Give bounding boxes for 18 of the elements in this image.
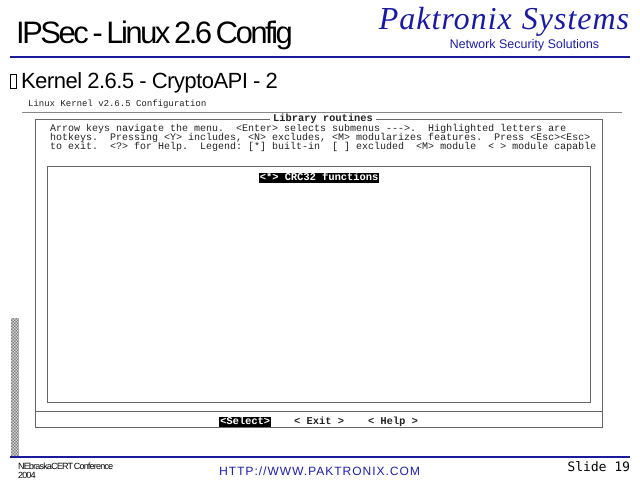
website-url: HTTP://WWW.PAKTRONIX.COM: [219, 463, 421, 477]
dialog-title: Library routines: [270, 115, 376, 124]
menu-item[interactable]: <*> CRC32 functions: [258, 173, 380, 183]
logo-tagline: Network Security Solutions: [450, 38, 600, 50]
menu-button[interactable]: < Help >: [366, 417, 419, 427]
menu-button[interactable]: <Select>: [219, 417, 272, 427]
conference-name: NEbraskaCERT Conference: [18, 461, 114, 471]
terminal-header: Linux Kernel v2.6.5 Configuration: [27, 98, 208, 111]
slide-title: IPSec - Linux 2.6 Config: [15, 14, 290, 48]
slide-number: Slide 19: [566, 459, 630, 474]
bullet-icon: [10, 74, 17, 88]
bullet-text: Kernel 2.6.5 - CryptoAPI - 2: [21, 70, 278, 92]
logo-wordmark: Paktronix Systems: [378, 2, 630, 34]
help-text: hotkeys. Pressing <Y> includes, <N> excludes, <M> modularizes features. Press <Esc><Esc>: [50, 134, 590, 143]
help-text: Arrow keys navigate the menu. <Enter> selects submenus --->. Highlighted letters are: [50, 125, 566, 134]
menu-button[interactable]: < Exit >: [293, 417, 345, 427]
conference-year: 2004: [18, 471, 36, 480]
help-text: to exit. <?> for Help. Legend: [*] built-in [ ] excluded <M> module < > module capable: [50, 143, 598, 152]
